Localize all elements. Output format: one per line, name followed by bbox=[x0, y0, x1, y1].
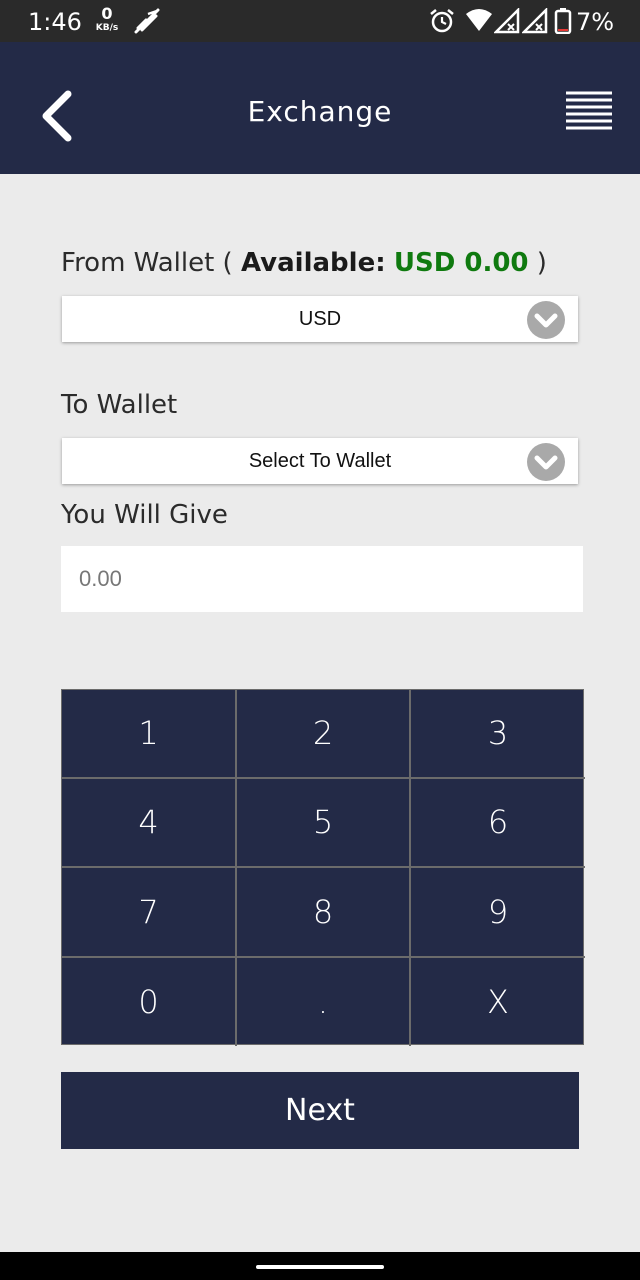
give-amount-label: You Will Give bbox=[61, 500, 228, 530]
available-label: Available: bbox=[240, 248, 386, 278]
numeric-keypad: 1 2 3 4 5 6 7 8 9 0 . X bbox=[61, 689, 585, 1046]
chevron-down-icon bbox=[527, 301, 565, 339]
battery-percent: 7% bbox=[576, 8, 615, 36]
key-4[interactable]: 4 bbox=[62, 779, 235, 866]
to-wallet-selected: Select To Wallet bbox=[248, 450, 392, 472]
available-balance: USD 0.00 bbox=[393, 248, 529, 278]
from-wallet-selected: USD bbox=[298, 308, 342, 330]
page-title: Exchange bbox=[247, 95, 393, 128]
from-wallet-label: From Wallet ( Available: USD 0.00 ) bbox=[61, 248, 547, 278]
next-button[interactable]: Next bbox=[61, 1072, 579, 1149]
key-decimal[interactable]: . bbox=[237, 958, 409, 1046]
status-bar: 1:46 0 KB/s 7% bbox=[0, 0, 640, 42]
key-2[interactable]: 2 bbox=[237, 690, 409, 777]
from-wallet-label-suffix: ) bbox=[536, 248, 547, 278]
key-1[interactable]: 1 bbox=[62, 690, 235, 777]
cell-signal-icon bbox=[494, 8, 520, 34]
key-3[interactable]: 3 bbox=[411, 690, 585, 777]
network-speed: 0 KB/s bbox=[92, 6, 122, 34]
key-clear[interactable]: X bbox=[411, 958, 585, 1046]
network-speed-unit: KB/s bbox=[95, 23, 119, 33]
alarm-icon bbox=[430, 9, 454, 33]
battery-icon bbox=[554, 8, 572, 34]
cell-signal-2-icon bbox=[522, 8, 548, 34]
key-8[interactable]: 8 bbox=[237, 868, 409, 956]
from-wallet-label-prefix: From Wallet ( bbox=[61, 248, 233, 278]
app-header: Exchange bbox=[0, 42, 640, 174]
key-0[interactable]: 0 bbox=[62, 958, 235, 1046]
key-9[interactable]: 9 bbox=[411, 868, 585, 956]
to-wallet-label: To Wallet bbox=[61, 390, 178, 420]
network-speed-value: 0 bbox=[101, 4, 113, 23]
key-6[interactable]: 6 bbox=[411, 779, 585, 866]
key-7[interactable]: 7 bbox=[62, 868, 235, 956]
menu-button[interactable] bbox=[562, 90, 614, 134]
phone-signal-off-icon bbox=[134, 8, 160, 34]
wifi-icon bbox=[466, 9, 492, 31]
home-gesture-handle[interactable] bbox=[256, 1265, 384, 1269]
system-nav-bar bbox=[0, 1252, 640, 1280]
hamburger-menu-icon bbox=[566, 91, 612, 130]
key-5[interactable]: 5 bbox=[237, 779, 409, 866]
status-time: 1:46 bbox=[28, 8, 82, 36]
from-wallet-select[interactable]: USD bbox=[62, 296, 578, 342]
to-wallet-select[interactable]: Select To Wallet bbox=[62, 438, 578, 484]
give-amount-input[interactable] bbox=[61, 546, 583, 612]
chevron-down-icon bbox=[527, 443, 565, 481]
